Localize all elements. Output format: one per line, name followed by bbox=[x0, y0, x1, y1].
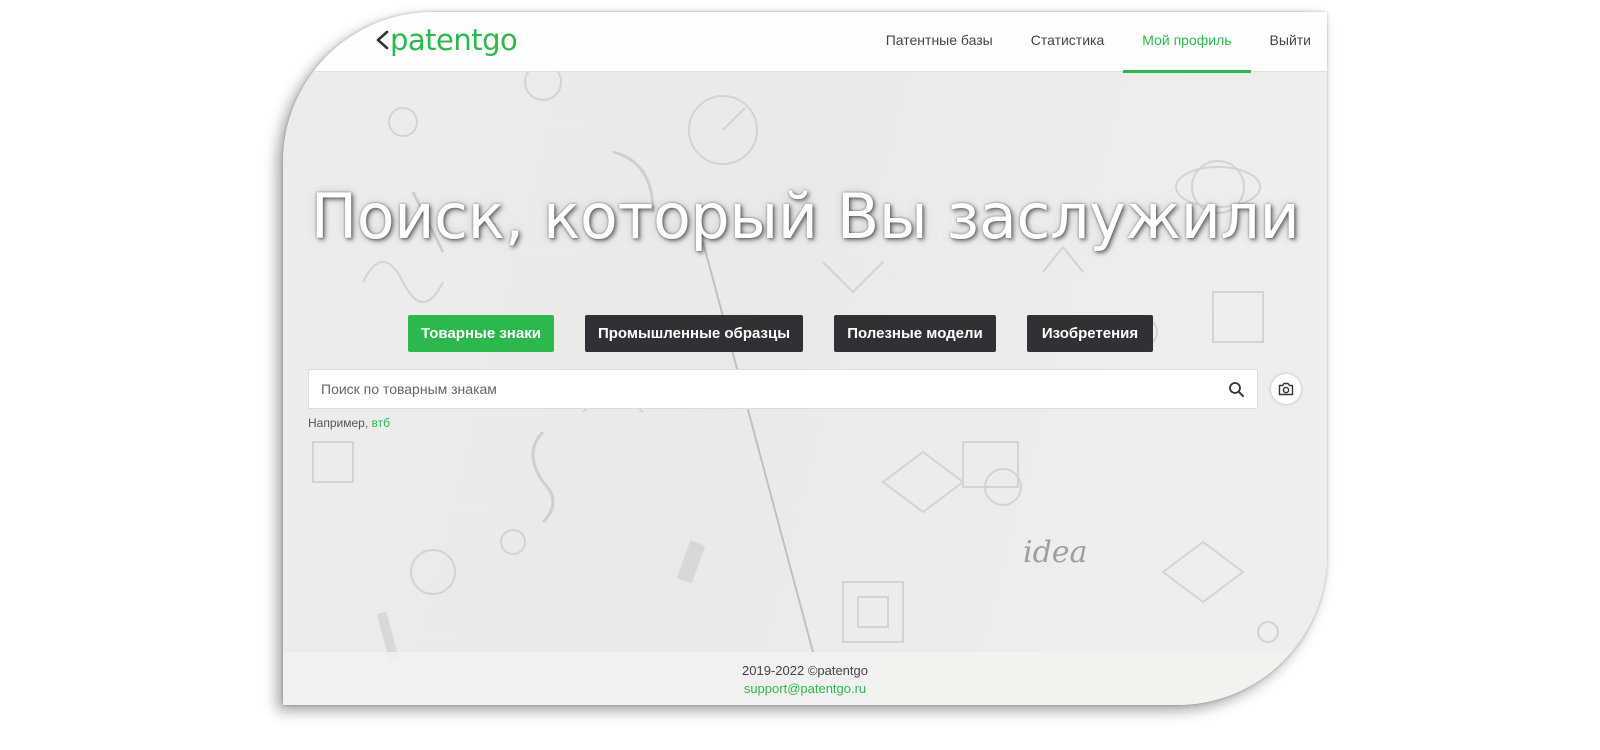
support-email-link[interactable]: support@patentgo.ru bbox=[283, 681, 1327, 696]
logo-chevron-icon bbox=[376, 30, 389, 50]
hero-background: idea bbox=[283, 12, 1327, 705]
top-navbar: patentgo Патентные базы Статистика Мой п… bbox=[283, 12, 1327, 73]
search-example: Например, втб bbox=[308, 416, 390, 430]
svg-text:idea: idea bbox=[1023, 535, 1087, 570]
nav-my-profile[interactable]: Мой профиль bbox=[1123, 12, 1251, 73]
patentgo-logo[interactable]: patentgo bbox=[375, 20, 518, 60]
hero-title: Поиск, который Вы заслужили bbox=[310, 180, 1300, 253]
search-icon[interactable] bbox=[1228, 381, 1245, 398]
tab-inventions[interactable]: Изобретения bbox=[1027, 315, 1153, 352]
search-input[interactable] bbox=[309, 370, 1233, 408]
background-sketch-pattern: idea bbox=[312, 63, 1279, 663]
page-footer: 2019-2022 ©patentgo support@patentgo.ru bbox=[283, 652, 1327, 705]
logo-text: patentgo bbox=[390, 23, 518, 57]
nav-statistics[interactable]: Статистика bbox=[1012, 12, 1124, 71]
tab-industrial-designs[interactable]: Промышленные образцы bbox=[585, 315, 803, 352]
footer-copyright: 2019-2022 ©patentgo bbox=[742, 663, 868, 678]
image-search-button[interactable] bbox=[1271, 374, 1301, 404]
tab-trademarks[interactable]: Товарные знаки bbox=[408, 315, 554, 352]
search-box bbox=[308, 369, 1258, 409]
nav-patent-databases[interactable]: Патентные базы bbox=[867, 12, 1012, 71]
example-prefix: Например, bbox=[308, 416, 369, 430]
camera-icon bbox=[1278, 382, 1294, 396]
main-nav: Патентные базы Статистика Мой профиль Вы… bbox=[867, 12, 1311, 73]
tab-utility-models[interactable]: Полезные модели bbox=[834, 315, 996, 352]
example-link[interactable]: втб bbox=[372, 416, 390, 430]
browser-page: idea patentgo Патентные базы Статистика … bbox=[283, 12, 1327, 705]
nav-logout[interactable]: Выйти bbox=[1251, 12, 1311, 71]
